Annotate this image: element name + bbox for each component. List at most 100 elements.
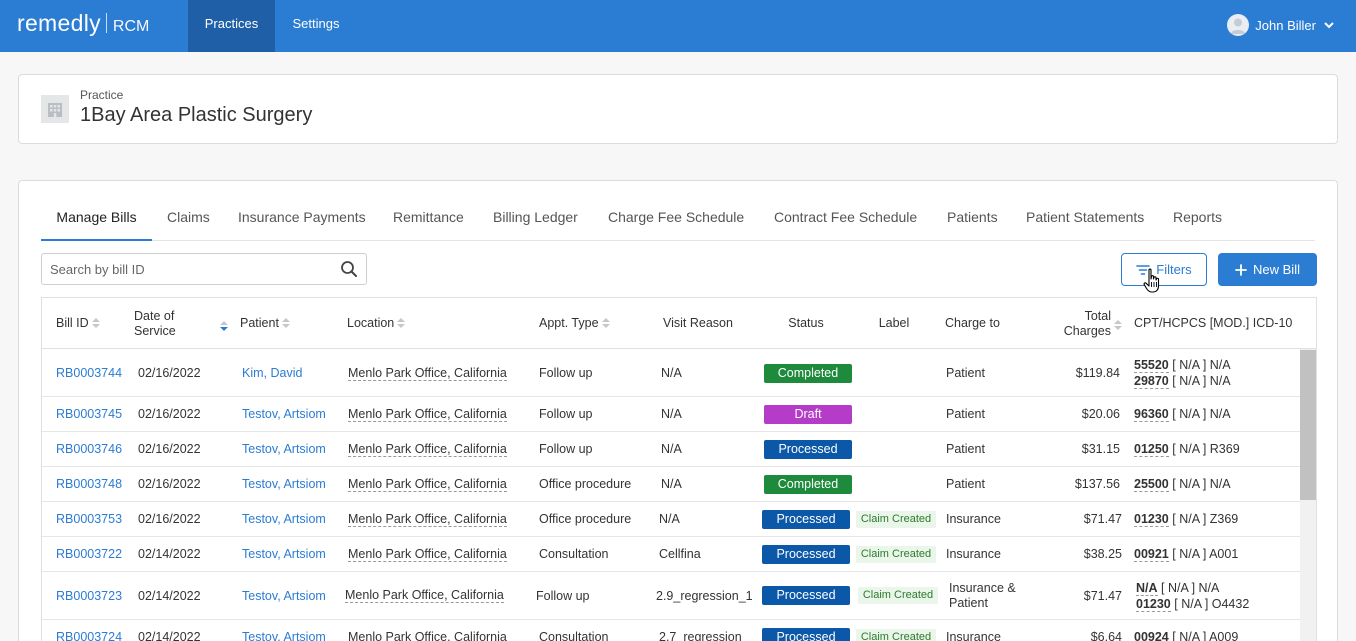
search-input[interactable] (42, 254, 332, 284)
tab-claims[interactable]: Claims (167, 201, 210, 241)
cpt-code[interactable]: 01230 (1134, 512, 1169, 527)
date-of-service: 02/14/2022 (138, 588, 201, 603)
col-patient[interactable]: Patient (240, 298, 290, 349)
code-line: 96360 [ N/A ] N/A (1134, 407, 1231, 422)
date-of-service: 02/16/2022 (138, 442, 201, 456)
col-location[interactable]: Location (347, 298, 406, 349)
cpt-code[interactable]: 25500 (1134, 477, 1169, 492)
tab-reports[interactable]: Reports (1173, 201, 1222, 241)
cpt-code[interactable]: 01230 (1136, 596, 1171, 612)
tab-insurance-payments[interactable]: Insurance Payments (238, 201, 366, 241)
code-list: 01230 [ N/A ] Z369 (1134, 512, 1238, 527)
tab-remittance[interactable]: Remittance (393, 201, 464, 241)
code-line: 01250 [ N/A ] R369 (1134, 442, 1240, 457)
bill-id-link[interactable]: RB0003724 (56, 620, 122, 641)
bills-table: Bill ID Date of Service Patient Location… (41, 297, 1317, 641)
patient-link[interactable]: Testov, Artsiom (242, 432, 326, 466)
charge-to-cell: Patient (946, 432, 985, 466)
table-row[interactable]: RB0003723 02/14/2022 Testov, Artsiom Menlo … (42, 572, 1300, 620)
codes-cell: 00921 [ N/A ] A001 (1134, 537, 1238, 571)
visit-reason-cell: N/A (661, 442, 682, 456)
patient-link[interactable]: Testov, Artsiom (242, 467, 326, 501)
code-detail: [ N/A ] N/A (1172, 358, 1231, 372)
location-text: Menlo Park Office, California (348, 630, 507, 641)
visit-reason-cell: N/A (661, 407, 682, 421)
location-cell: Menlo Park Office, California (348, 432, 507, 466)
appt-type-cell: Consultation (539, 547, 609, 561)
appt-type-cell: Office procedure (539, 477, 632, 491)
col-status: Status (764, 298, 848, 349)
code-line: 00924 [ N/A ] A009 (1134, 630, 1238, 641)
location-text: Menlo Park Office, California (348, 546, 507, 562)
patient-link[interactable]: Testov, Artsiom (242, 537, 326, 571)
sort-desc-icon (219, 320, 228, 333)
status-badge: Draft (764, 404, 852, 424)
bill-id-link[interactable]: RB0003746 (56, 432, 122, 466)
cpt-code[interactable]: 55520 (1134, 358, 1169, 373)
location-text: Menlo Park Office, California (348, 476, 507, 492)
code-line: 00921 [ N/A ] A001 (1134, 547, 1238, 562)
table-row[interactable]: RB0003753 02/16/2022 Testov, Artsiom Menlo … (42, 502, 1300, 537)
code-detail: [ N/A ] A009 (1172, 630, 1239, 641)
user-menu[interactable]: John Biller (1227, 13, 1336, 37)
bill-id-link[interactable]: RB0003722 (56, 537, 122, 571)
col-date-of-service[interactable]: Date of Service (134, 298, 228, 349)
table-row[interactable]: RB0003746 02/16/2022 Testov, Artsiom Menlo … (42, 432, 1300, 467)
cpt-code[interactable]: 29870 (1134, 374, 1169, 389)
bill-id-link[interactable]: RB0003723 (56, 572, 122, 619)
tab-charge-fee-schedule[interactable]: Charge Fee Schedule (608, 201, 744, 241)
patient-link[interactable]: Kim, David (242, 350, 302, 396)
status-cell: Processed (762, 502, 850, 536)
appt-type-cell: Follow up (536, 588, 590, 603)
col-bill-id[interactable]: Bill ID (56, 298, 100, 349)
nav-settings[interactable]: Settings (278, 0, 354, 52)
code-detail: [ N/A ] N/A (1172, 407, 1231, 421)
visit-reason-cell: 2.7_regression (659, 630, 742, 641)
code-detail: [ N/A ] R369 (1172, 442, 1240, 456)
code-list: 00921 [ N/A ] A001 (1134, 547, 1238, 562)
charge-to-cell: Patient (946, 467, 985, 501)
status-badge: Processed (762, 544, 850, 564)
table-row[interactable]: RB0003744 02/16/2022 Kim, David Menlo Park … (42, 350, 1300, 397)
patient-link[interactable]: Testov, Artsiom (242, 572, 326, 619)
table-row[interactable]: RB0003745 02/16/2022 Testov, Artsiom Menlo … (42, 397, 1300, 432)
patient-link[interactable]: Testov, Artsiom (242, 620, 326, 641)
charge-to-text-2: Patient (949, 595, 988, 610)
new-bill-button[interactable]: New Bill (1218, 253, 1317, 286)
tab-billing-ledger[interactable]: Billing Ledger (493, 201, 578, 241)
table-row[interactable]: RB0003748 02/16/2022 Testov, Artsiom Menlo … (42, 467, 1300, 502)
tab-manage-bills[interactable]: Manage Bills (41, 201, 152, 241)
tabs-bar: Manage Bills Claims Insurance Payments R… (41, 201, 1315, 241)
search-icon[interactable] (340, 260, 358, 278)
tab-patients[interactable]: Patients (947, 201, 998, 241)
nav-practices[interactable]: Practices (188, 0, 275, 52)
charge-to-cell: Insurance (946, 537, 1001, 571)
col-label-label: Label (878, 316, 910, 330)
bill-id-link[interactable]: RB0003753 (56, 502, 122, 536)
tab-contract-fee-schedule[interactable]: Contract Fee Schedule (774, 201, 917, 241)
logo-divider (105, 13, 107, 33)
app-logo[interactable]: remedly RCM (17, 10, 149, 40)
patient-link[interactable]: Testov, Artsiom (242, 397, 326, 431)
cpt-code[interactable]: 00924 (1134, 630, 1169, 641)
cpt-code[interactable]: 01250 (1134, 442, 1169, 457)
cpt-code[interactable]: 96360 (1134, 407, 1169, 422)
cpt-code[interactable]: 00921 (1134, 547, 1169, 562)
bill-id-link[interactable]: RB0003745 (56, 397, 122, 431)
scrollbar-thumb[interactable] (1300, 350, 1316, 500)
table-row[interactable]: RB0003724 02/14/2022 Testov, Artsiom Menlo … (42, 620, 1300, 641)
col-appt-type[interactable]: Appt. Type (539, 298, 610, 349)
total-charges-cell: $31.15 (1081, 442, 1120, 456)
tab-patient-statements[interactable]: Patient Statements (1026, 201, 1144, 241)
cpt-code[interactable]: N/A (1136, 580, 1158, 596)
table-row[interactable]: RB0003722 02/14/2022 Testov, Artsiom Menlo … (42, 537, 1300, 572)
filters-button[interactable]: Filters (1121, 253, 1207, 286)
col-total-charges[interactable]: Total Charges (1042, 298, 1122, 349)
patient-link[interactable]: Testov, Artsiom (242, 502, 326, 536)
col-codes-label: CPT/HCPCS [MOD.] ICD-10 (1134, 316, 1293, 330)
sort-icon (281, 317, 290, 330)
bill-id-link[interactable]: RB0003744 (56, 350, 122, 396)
claim-created-badge: Claim Created (855, 545, 937, 563)
bill-id-link[interactable]: RB0003748 (56, 467, 122, 501)
date-of-service: 02/14/2022 (138, 630, 201, 641)
